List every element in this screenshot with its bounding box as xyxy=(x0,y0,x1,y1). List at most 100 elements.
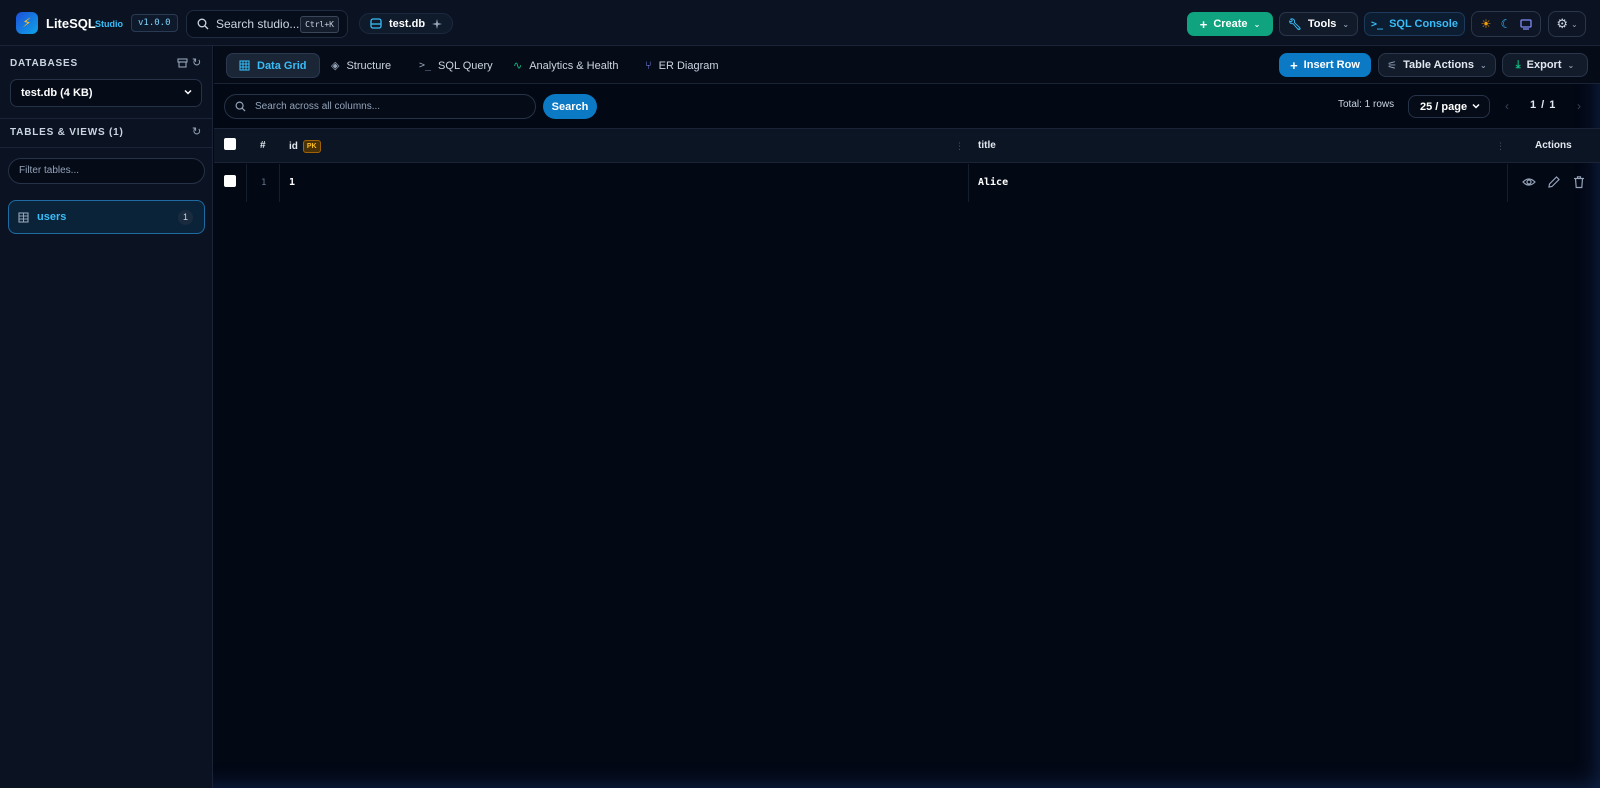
plus-icon: + xyxy=(1290,57,1298,73)
column-search-placeholder: Search across all columns... xyxy=(255,101,381,112)
sidebar-item-users[interactable]: users 1 xyxy=(8,200,205,234)
terminal-icon: >_ xyxy=(419,60,432,71)
tab-label: SQL Query xyxy=(438,59,493,72)
col-divider xyxy=(246,164,247,202)
app-logo: ⚡ xyxy=(16,12,38,34)
page-size-value: 25 / page xyxy=(1420,100,1468,113)
chevron-down-icon: ⌄ xyxy=(1570,19,1578,29)
layers-icon: ◈ xyxy=(331,60,340,72)
tab-sql-query[interactable]: >_ SQL Query xyxy=(407,53,505,78)
tab-analytics[interactable]: ∿ Analytics & Health xyxy=(501,53,630,78)
page-indicator: 1 / 1 xyxy=(1530,99,1557,111)
database-icon xyxy=(370,18,382,29)
sidebar-divider xyxy=(0,147,213,148)
monitor-icon[interactable] xyxy=(1517,15,1535,33)
next-page-icon[interactable]: › xyxy=(1577,99,1581,113)
row-count-badge: 1 xyxy=(178,210,193,225)
brand-subtitle: Studio xyxy=(95,19,123,29)
table-actions-label: Table Actions xyxy=(1403,59,1475,71)
moon-icon[interactable]: ☾ xyxy=(1497,15,1515,33)
search-button[interactable]: Search xyxy=(543,94,597,119)
total-rows: Total: 1 rows xyxy=(1338,99,1395,110)
col-divider xyxy=(279,164,280,202)
tables-title: TABLES & VIEWS (1) xyxy=(10,127,124,138)
tab-label: Structure xyxy=(346,59,392,72)
terminal-icon: >_ xyxy=(1371,18,1384,30)
select-all-checkbox[interactable] xyxy=(224,138,236,150)
chevron-down-icon: ⌄ xyxy=(1342,19,1350,29)
col-header-id[interactable]: id PK xyxy=(289,140,321,153)
filter-tables-input[interactable]: Filter tables... xyxy=(8,158,205,184)
tab-er-diagram[interactable]: ⑂ ER Diagram xyxy=(633,53,731,78)
top-header: ⚡ LiteSQL Studio v1.0.0 Search studio...… xyxy=(0,0,1600,46)
row-checkbox[interactable] xyxy=(224,175,236,187)
cell-title[interactable]: Alice xyxy=(978,177,1008,188)
chevron-down-icon: ⌄ xyxy=(1253,19,1261,29)
sliders-icon: ⚟ xyxy=(1387,59,1398,72)
grid-icon xyxy=(239,60,250,71)
chevron-down-icon: ⌄ xyxy=(1567,60,1575,70)
export-button[interactable]: ⤓ Export ⌄ xyxy=(1502,53,1588,77)
tab-label: ER Diagram xyxy=(658,59,719,72)
grid-header: # id PK ⋮ title ⋮ Actions xyxy=(214,128,1600,163)
studio-search[interactable]: Search studio... Ctrl+K xyxy=(186,10,348,38)
sql-console-label: SQL Console xyxy=(1389,18,1458,30)
gear-icon: ⚙ xyxy=(1556,16,1568,31)
refresh-tables-icon[interactable]: ↻ xyxy=(192,125,201,138)
col-header-actions: Actions xyxy=(1535,140,1572,151)
plus-icon: + xyxy=(1199,16,1208,32)
eye-icon[interactable] xyxy=(1522,175,1536,189)
column-search-input[interactable]: Search across all columns... xyxy=(224,94,536,119)
sql-console-button[interactable]: >_ SQL Console xyxy=(1364,12,1465,36)
sidebar-item-label: users xyxy=(37,211,67,223)
col-header-id-label: id xyxy=(289,141,298,153)
row-number: 1 xyxy=(261,178,267,188)
chevron-down-icon xyxy=(1472,103,1480,109)
tab-structure[interactable]: ◈ Structure xyxy=(319,53,403,78)
col-divider xyxy=(1507,164,1508,202)
database-select-value: test.db (4 KB) xyxy=(21,87,93,99)
create-button[interactable]: + Create ⌄ xyxy=(1187,12,1273,36)
sidebar-divider xyxy=(0,118,213,119)
cell-id[interactable]: 1 xyxy=(289,177,295,188)
active-db-chip[interactable]: test.db xyxy=(359,13,454,34)
table-icon xyxy=(18,211,29,223)
prev-page-icon[interactable]: ‹ xyxy=(1505,99,1509,113)
trash-icon[interactable] xyxy=(1572,175,1586,189)
brand-name: LiteSQL xyxy=(46,16,96,31)
col-header-title[interactable]: title xyxy=(978,140,996,151)
studio-search-placeholder: Search studio... xyxy=(216,17,300,31)
active-db-label: test.db xyxy=(389,17,426,30)
tools-label: Tools xyxy=(1307,18,1337,30)
activity-icon: ∿ xyxy=(513,60,523,72)
tab-data-grid[interactable]: Data Grid xyxy=(226,53,320,78)
insert-row-button[interactable]: + Insert Row xyxy=(1279,53,1371,77)
download-icon: ⤓ xyxy=(1515,58,1521,71)
version-badge: v1.0.0 xyxy=(131,14,178,32)
tab-label: Analytics & Health xyxy=(529,59,619,72)
shortcut-badge: Ctrl+K xyxy=(300,16,339,33)
sort-icon[interactable]: ⋮ xyxy=(955,141,964,152)
archive-icon[interactable] xyxy=(177,58,188,68)
settings-button[interactable]: ⚙ ⌄ xyxy=(1548,11,1586,37)
database-select[interactable]: test.db (4 KB) xyxy=(10,79,202,107)
edit-icon[interactable] xyxy=(1547,175,1561,189)
table-row[interactable]: 1 1 Alice xyxy=(214,164,1600,202)
chevron-down-icon xyxy=(184,89,192,95)
sort-icon[interactable]: ⋮ xyxy=(1496,141,1505,152)
diagram-icon: ⑂ xyxy=(645,59,652,72)
col-header-num: # xyxy=(260,140,266,151)
tools-button[interactable]: 🔧︎ Tools ⌄ xyxy=(1279,12,1358,36)
insert-row-label: Insert Row xyxy=(1303,59,1360,71)
search-icon xyxy=(197,18,209,30)
chevron-down-icon: ⌄ xyxy=(1480,60,1487,70)
primary-key-badge: PK xyxy=(302,140,321,153)
refresh-icon[interactable]: ↻ xyxy=(192,56,201,69)
create-label: Create xyxy=(1213,18,1248,30)
col-divider xyxy=(968,164,969,202)
theme-switcher: ☀ ☾ xyxy=(1471,11,1541,37)
table-actions-button[interactable]: ⚟ Table Actions ⌄ xyxy=(1378,53,1496,77)
sun-icon[interactable]: ☀ xyxy=(1477,15,1495,33)
page-size-select[interactable]: 25 / page xyxy=(1408,95,1490,118)
sparkle-icon[interactable] xyxy=(432,18,443,29)
